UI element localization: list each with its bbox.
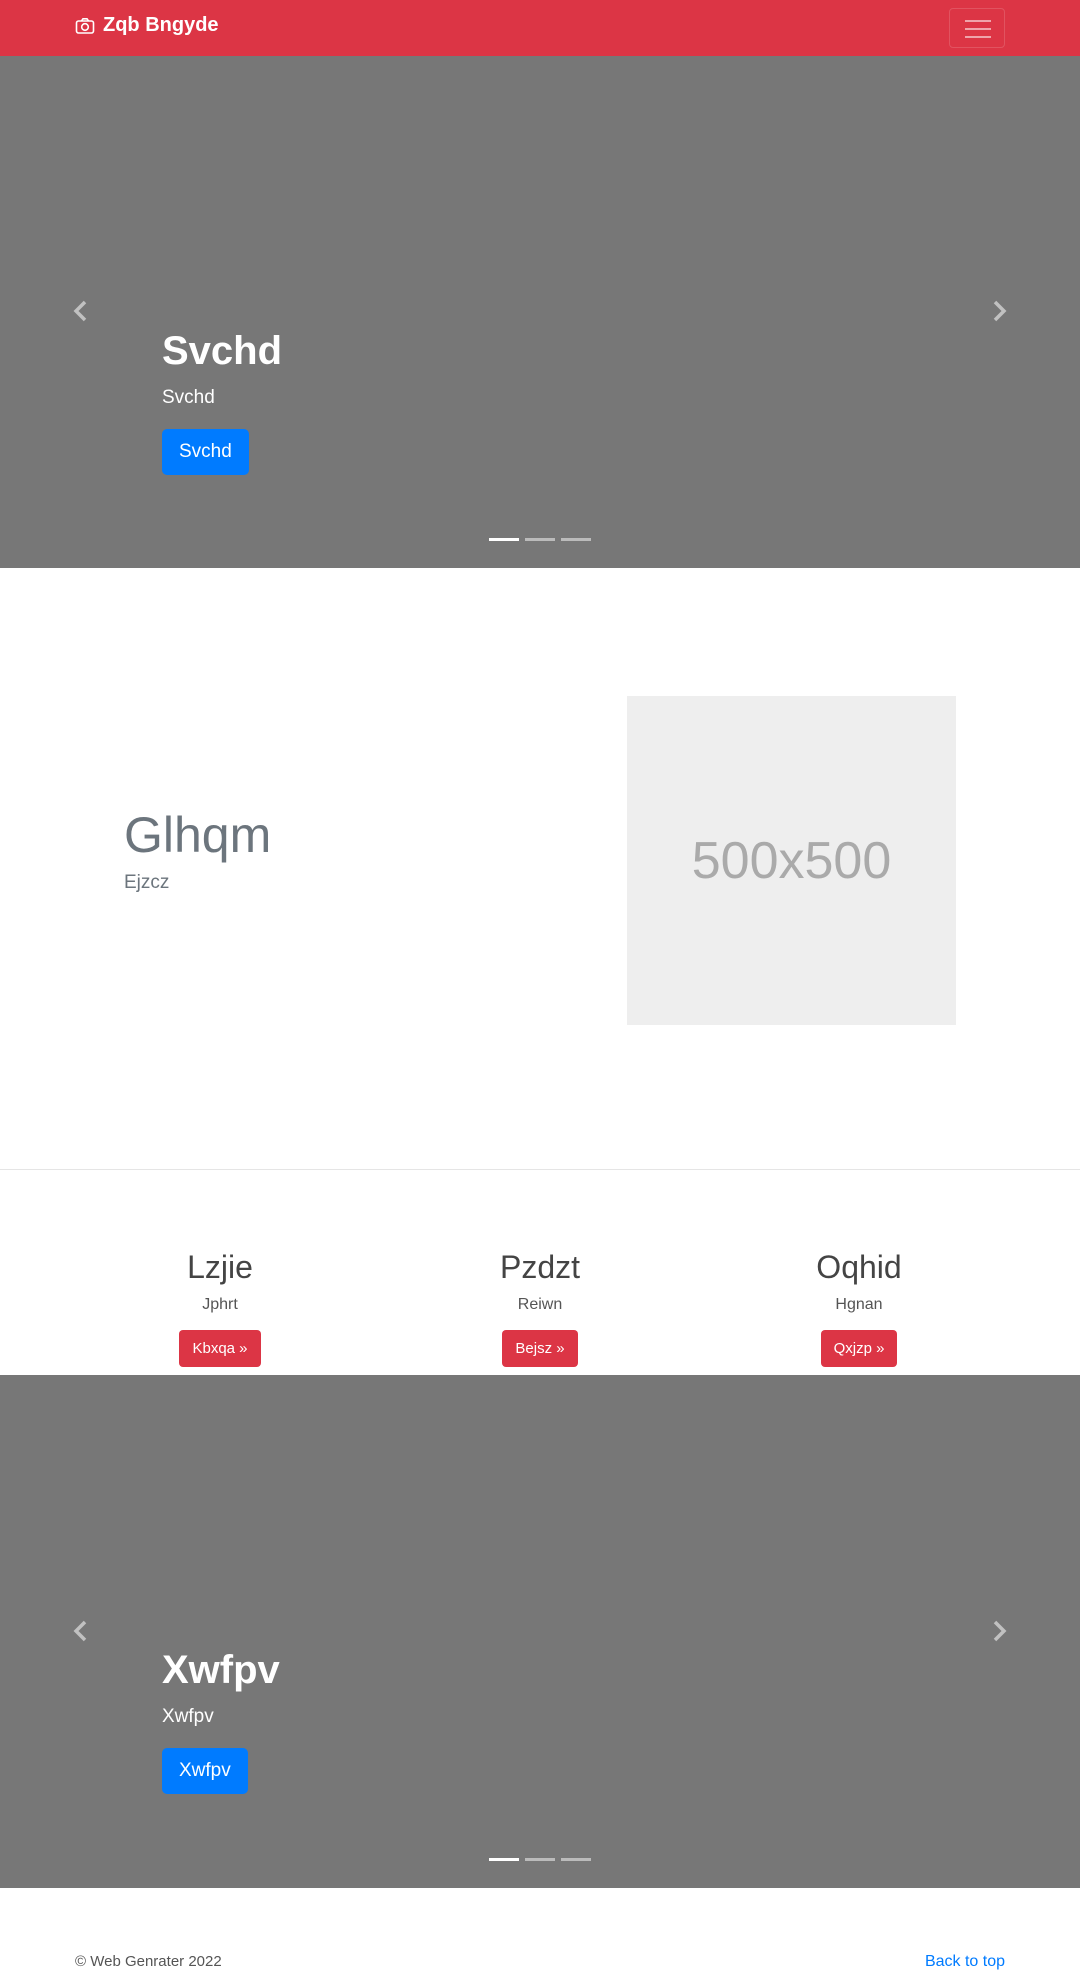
carousel-heading: Svchd bbox=[162, 329, 283, 373]
carousel-cta-button[interactable]: Xwfpv bbox=[162, 1748, 248, 1794]
carousel-next-icon[interactable] bbox=[984, 296, 1014, 326]
column-button[interactable]: Bejsz » bbox=[502, 1330, 578, 1368]
camera-icon bbox=[75, 17, 95, 34]
carousel-next-icon[interactable] bbox=[984, 1616, 1014, 1646]
carousel-indicator-1[interactable] bbox=[489, 1858, 519, 1861]
back-to-top-link[interactable]: Back to top bbox=[925, 1953, 1005, 1971]
featurette-subtext: Ejzcz bbox=[124, 872, 170, 893]
column-button[interactable]: Qxjzp » bbox=[820, 1330, 898, 1368]
marketing-column-1: Lzjie Jphrt Kbxqa » bbox=[100, 1248, 340, 1368]
navbar-toggler-button[interactable] bbox=[949, 8, 1005, 48]
column-button[interactable]: Kbxqa » bbox=[179, 1330, 261, 1368]
column-title: Pzdzt bbox=[499, 1249, 581, 1285]
carousel-indicators bbox=[489, 1858, 591, 1861]
carousel-text: Xwfpv bbox=[162, 1706, 214, 1727]
column-text: Hgnan bbox=[835, 1296, 883, 1314]
column-title: Oqhid bbox=[816, 1249, 902, 1285]
navbar: Zqb Bngyde bbox=[0, 0, 1080, 56]
carousel-indicator-2[interactable] bbox=[525, 1858, 555, 1861]
brand-link[interactable]: Zqb Bngyde bbox=[75, 14, 219, 37]
carousel-cta-button[interactable]: Svchd bbox=[162, 429, 249, 475]
bottom-carousel: Xwfpv Xwfpv Xwfpv bbox=[0, 1375, 1080, 1888]
carousel-caption: Svchd Svchd Svchd bbox=[162, 327, 282, 475]
carousel-caption: Xwfpv Xwfpv Xwfpv bbox=[162, 1646, 280, 1794]
column-title: Lzjie bbox=[187, 1249, 253, 1285]
hero-carousel: Svchd Svchd Svchd bbox=[0, 56, 1080, 568]
carousel-indicator-3[interactable] bbox=[561, 1858, 591, 1861]
marketing-column-2: Pzdzt Reiwn Bejsz » bbox=[420, 1248, 660, 1368]
column-text: Reiwn bbox=[517, 1296, 563, 1314]
brand-name: Zqb Bngyde bbox=[103, 14, 219, 36]
carousel-prev-icon[interactable] bbox=[66, 1616, 96, 1646]
carousel-prev-icon[interactable] bbox=[66, 296, 96, 326]
featurette-heading: Glhqm bbox=[124, 807, 272, 863]
carousel-indicator-3[interactable] bbox=[561, 538, 591, 541]
carousel-heading: Xwfpv bbox=[162, 1648, 280, 1692]
column-text: Jphrt bbox=[202, 1296, 238, 1314]
carousel-indicator-1[interactable] bbox=[489, 538, 519, 541]
marketing-column-3: Oqhid Hgnan Qxjzp » bbox=[739, 1248, 979, 1368]
footer-copyright: © Web Genrater 2022 bbox=[75, 1953, 222, 1970]
carousel-text: Svchd bbox=[162, 387, 215, 408]
featurette-image-placeholder: 500x500 bbox=[627, 696, 956, 1025]
placeholder-label: 500x500 bbox=[691, 831, 892, 890]
hamburger-icon bbox=[965, 20, 991, 22]
carousel-indicators bbox=[489, 538, 591, 541]
featurette-divider bbox=[0, 1169, 1080, 1170]
carousel-indicator-2[interactable] bbox=[525, 538, 555, 541]
